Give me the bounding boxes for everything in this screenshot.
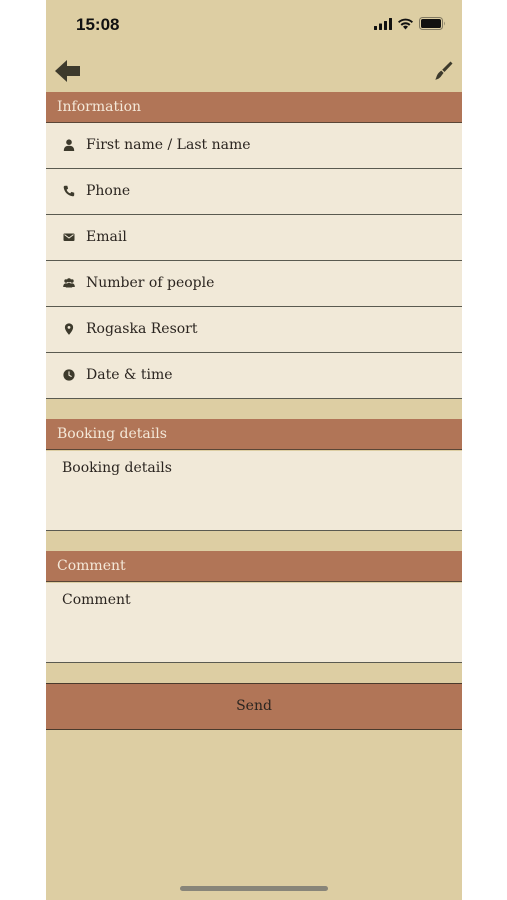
booking-details-textarea[interactable]: Booking details	[46, 451, 462, 531]
number-of-people-field-label: Number of people	[86, 275, 215, 291]
send-button[interactable]: Send	[46, 683, 462, 730]
date-time-field[interactable]: Date & time	[46, 353, 462, 399]
people-icon	[63, 278, 75, 288]
back-arrow-icon	[55, 60, 80, 82]
comment-placeholder: Comment	[62, 592, 131, 608]
information-header: Information	[46, 92, 462, 123]
back-button[interactable]	[54, 58, 82, 84]
booking-details-header-label: Booking details	[57, 426, 167, 442]
email-field-label: Email	[86, 229, 127, 245]
email-icon	[63, 233, 75, 241]
comment-header-label: Comment	[57, 558, 126, 574]
number-of-people-field[interactable]: Number of people	[46, 261, 462, 307]
nav-bar	[46, 52, 462, 92]
comment-textarea[interactable]: Comment	[46, 583, 462, 663]
comment-header: Comment	[46, 551, 462, 582]
status-time: 15:08	[76, 15, 120, 34]
date-time-field-label: Date & time	[86, 367, 173, 383]
send-button-label: Send	[236, 698, 272, 714]
theme-brush-button[interactable]	[432, 60, 454, 82]
phone-icon	[63, 185, 75, 197]
wifi-icon	[398, 18, 413, 29]
email-field[interactable]: Email	[46, 215, 462, 261]
information-header-label: Information	[57, 99, 142, 115]
person-icon	[63, 139, 75, 151]
phone-field[interactable]: Phone	[46, 169, 462, 215]
signal-icon	[374, 17, 392, 30]
name-field-label: First name / Last name	[86, 137, 251, 153]
battery-icon	[419, 17, 445, 30]
status-icons	[374, 17, 446, 30]
location-field[interactable]: Rogaska Resort	[46, 307, 462, 353]
paintbrush-icon	[435, 61, 453, 80]
home-indicator	[180, 886, 328, 891]
clock-icon	[63, 369, 75, 381]
booking-details-header: Booking details	[46, 419, 462, 450]
location-field-label: Rogaska Resort	[86, 321, 198, 337]
status-bar: 15:08	[46, 0, 462, 52]
app-screen: 15:08 Information First name / Last name…	[46, 0, 462, 900]
phone-field-label: Phone	[86, 183, 131, 199]
location-pin-icon	[64, 323, 74, 335]
booking-details-placeholder: Booking details	[62, 460, 172, 476]
name-field[interactable]: First name / Last name	[46, 123, 462, 169]
